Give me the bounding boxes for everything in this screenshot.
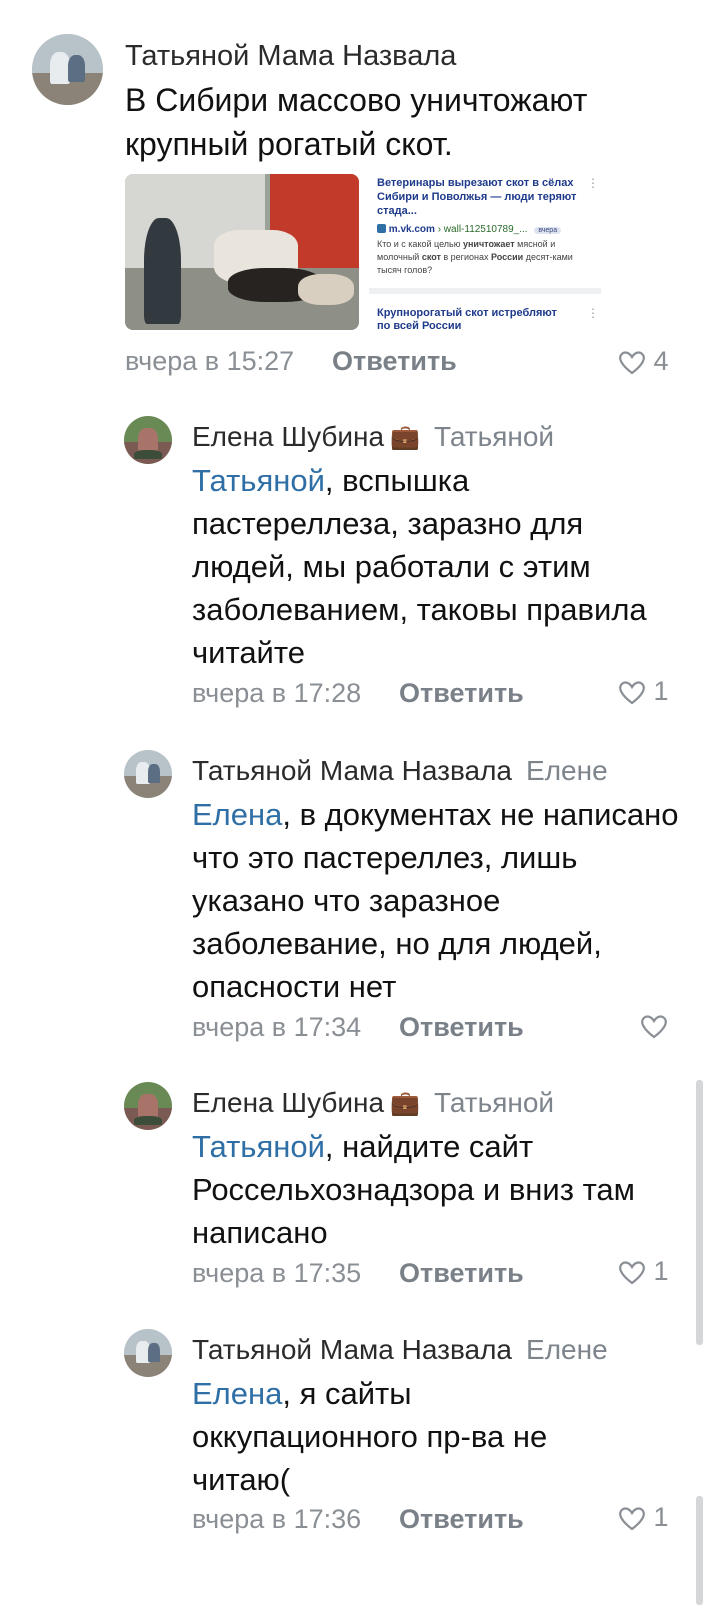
post-time: вчера в 15:27: [125, 346, 295, 376]
reply-button[interactable]: Ответить: [399, 1012, 524, 1043]
post-author-name[interactable]: Татьяной Мама Назвала: [125, 40, 456, 73]
reply-author-name[interactable]: Елена Шубина: [192, 421, 384, 452]
mention-link[interactable]: Елена: [192, 1376, 282, 1411]
reply-author-avatar[interactable]: [124, 1082, 172, 1130]
like-button[interactable]: 4: [618, 346, 669, 377]
like-button[interactable]: 1: [618, 1502, 669, 1533]
attachment-search-card[interactable]: Ветеринары вырезают скот в сёлах Сибири …: [369, 174, 601, 330]
post-attachment[interactable]: Ветеринары вырезают скот в сёлах Сибири …: [125, 174, 601, 330]
briefcase-icon: 💼: [390, 1090, 420, 1117]
like-button[interactable]: 1: [618, 676, 669, 707]
reply-author-name[interactable]: Татьяной Мама Назвала: [192, 1334, 512, 1365]
like-count: 4: [653, 346, 669, 376]
reply-text: Татьяной, найдите сайт Россельхознадзора…: [192, 1129, 635, 1250]
post-text: В Сибири массово уничтожают крупный рога…: [125, 82, 588, 162]
post-author-avatar[interactable]: [32, 34, 103, 105]
attachment-source-domain: m.vk.com: [388, 224, 435, 235]
heart-icon: [618, 680, 646, 705]
card-divider: [369, 288, 601, 294]
reply-to-name[interactable]: Татьяной: [434, 1087, 554, 1118]
like-button[interactable]: 1: [618, 1256, 669, 1287]
reply-to-name[interactable]: Елене: [526, 1334, 608, 1365]
reply-to-name[interactable]: Елене: [526, 755, 608, 786]
reply-button[interactable]: Ответить: [399, 678, 524, 709]
reply-author-name[interactable]: Татьяной Мама Назвала: [192, 755, 512, 786]
reply-time: вчера в 17:35: [192, 1258, 362, 1288]
like-button[interactable]: [640, 1010, 668, 1041]
more-icon[interactable]: ⋮: [587, 306, 599, 320]
reply-author-avatar[interactable]: [124, 1329, 172, 1377]
scrollbar-thumb[interactable]: [696, 1080, 703, 1345]
attachment-second-title[interactable]: Крупнорогатый скот истребляют: [377, 306, 587, 320]
reply-text: Елена, в документах не написано что это …: [192, 797, 679, 1004]
reply-button[interactable]: Ответить: [332, 346, 457, 377]
more-icon[interactable]: ⋮: [587, 176, 599, 190]
attachment-photo[interactable]: [125, 174, 359, 330]
vk-logo-icon: [377, 224, 386, 233]
heart-icon: [618, 1506, 646, 1531]
like-count: 1: [653, 1502, 669, 1532]
reply-header: Елена Шубина 💼 Татьяной: [192, 421, 554, 453]
attachment-source-path: › wall-112510789_...: [437, 224, 528, 235]
like-count: 1: [653, 1256, 669, 1286]
attachment-source: m.vk.com › wall-112510789_... вчера: [377, 224, 562, 235]
heart-icon: [618, 1260, 646, 1285]
attachment-title[interactable]: Ветеринары вырезают скот в сёлах Сибири …: [377, 176, 577, 218]
reply-author-avatar[interactable]: [124, 750, 172, 798]
reply-author-name[interactable]: Елена Шубина: [192, 1087, 384, 1118]
attachment-date-badge: вчера: [534, 227, 562, 234]
reply-header: Татьяной Мама Назвала Елене: [192, 1334, 608, 1366]
attachment-second-title-cut: по всей России: [377, 320, 462, 330]
reply-time: вчера в 17:28: [192, 678, 362, 708]
mention-link[interactable]: Татьяной: [192, 463, 325, 498]
like-count: 1: [653, 676, 669, 706]
reply-to-name[interactable]: Татьяной: [434, 421, 554, 452]
mention-link[interactable]: Татьяной: [192, 1129, 325, 1164]
reply-header: Татьяной Мама Назвала Елене: [192, 755, 608, 787]
reply-time: вчера в 17:36: [192, 1504, 362, 1534]
scrollbar-thumb-lower[interactable]: [696, 1496, 703, 1605]
attachment-description: Кто и с какой целью уничтожает мясной и …: [377, 239, 573, 275]
mention-link[interactable]: Елена: [192, 797, 282, 832]
reply-button[interactable]: Ответить: [399, 1504, 524, 1535]
briefcase-icon: 💼: [390, 424, 420, 451]
reply-text: Елена, я сайты оккупационного пр-ва не ч…: [192, 1376, 548, 1497]
heart-icon: [640, 1014, 668, 1039]
reply-author-avatar[interactable]: [124, 416, 172, 464]
reply-button[interactable]: Ответить: [399, 1258, 524, 1289]
reply-header: Елена Шубина 💼 Татьяной: [192, 1087, 554, 1119]
reply-text: Татьяной, вспышка пастереллеза, заразно …: [192, 463, 647, 670]
reply-time: вчера в 17:34: [192, 1012, 362, 1042]
heart-icon: [618, 350, 646, 375]
